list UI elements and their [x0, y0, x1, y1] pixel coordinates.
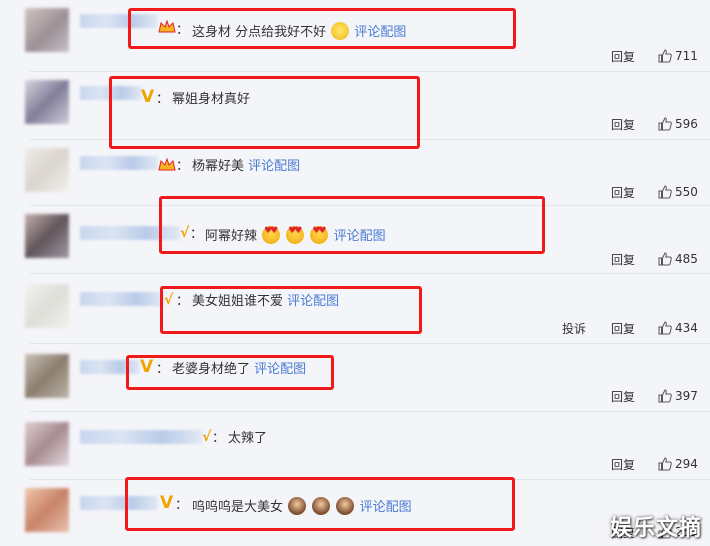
comment-image-link[interactable]: 评论配图	[354, 25, 406, 40]
like-count: 550	[675, 185, 698, 199]
thinking-emoji-icon	[331, 22, 350, 40]
comment-text-line: 这身材 分点给我好不好 评论配图	[192, 22, 406, 41]
vip-badge-icon: √	[202, 429, 212, 445]
avatar[interactable]	[25, 284, 69, 328]
like-button[interactable]: 596	[658, 117, 698, 131]
crown-badge-icon	[158, 19, 176, 33]
reply-button[interactable]: 回复	[611, 456, 635, 473]
comment-row: √ ： 太辣了 回复 294	[0, 412, 710, 480]
comment-text-line: 太辣了	[228, 430, 267, 447]
comment-text: 阿幂好辣	[205, 229, 258, 244]
thumbs-up-icon	[658, 457, 672, 471]
comment-text: 老婆身材绝了	[172, 362, 251, 377]
thumbs-up-icon	[658, 321, 672, 335]
comment-text-line: 美女姐姐谁不爱 评论配图	[192, 293, 339, 310]
avatar[interactable]	[25, 80, 69, 124]
comment-text-line: 阿幂好辣 评论配图	[205, 226, 386, 245]
like-button[interactable]: 711	[658, 49, 698, 63]
like-count: 711	[675, 49, 698, 63]
comment-text: 美女姐姐谁不爱	[192, 294, 284, 309]
avatar[interactable]	[25, 488, 69, 532]
avatar[interactable]	[25, 422, 69, 466]
avatar[interactable]	[25, 8, 69, 52]
like-button[interactable]: 550	[658, 185, 698, 199]
heart-eyes-emoji-icon	[286, 226, 305, 244]
username[interactable]	[80, 292, 164, 306]
monkey-emoji-icon	[336, 497, 355, 515]
comment-image-link[interactable]: 评论配图	[254, 362, 306, 377]
reply-button[interactable]: 回复	[611, 388, 635, 405]
username[interactable]	[80, 14, 158, 28]
watermark: 娱乐文摘	[609, 516, 702, 541]
reply-button[interactable]: 回复	[611, 251, 635, 268]
comment-colon: ：	[175, 498, 189, 513]
report-button[interactable]: 投诉	[562, 320, 586, 337]
comment-colon: ：	[176, 294, 190, 309]
comment-image-link[interactable]: 评论配图	[287, 294, 339, 309]
avatar[interactable]	[25, 214, 69, 258]
like-button[interactable]: 434	[658, 321, 698, 335]
comment-row: √ ： 美女姐姐谁不爱 评论配图 投诉 回复 434	[0, 274, 710, 344]
like-button[interactable]: 485	[658, 252, 698, 266]
thumbs-up-icon	[658, 252, 672, 266]
monkey-emoji-icon	[312, 497, 331, 515]
username[interactable]	[80, 430, 202, 444]
comment-text: 太辣了	[228, 431, 268, 446]
comment-image-link[interactable]: 评论配图	[248, 159, 300, 174]
vip-badge-icon: V	[140, 357, 154, 377]
comment-text: 呜呜呜是大美女	[192, 500, 284, 515]
comment-colon: ：	[156, 362, 170, 377]
comment-image-link[interactable]: 评论配图	[334, 229, 386, 244]
comment-text: 幂姐身材真好	[172, 92, 251, 107]
like-count: 596	[675, 117, 698, 131]
comment-text-line: 幂姐身材真好	[172, 91, 250, 108]
vip-badge-icon: √	[164, 292, 174, 308]
comment-colon: ：	[212, 431, 226, 446]
comment-row: V ： 呜呜呜是大美女 评论配图 回复 255	[0, 480, 710, 546]
thumbs-up-icon	[658, 389, 672, 403]
thumbs-up-icon	[658, 49, 672, 63]
comment-row: √ ： 阿幂好辣 评论配图 回复 485	[0, 206, 710, 274]
thumbs-up-icon	[658, 185, 672, 199]
reply-button[interactable]: 回复	[611, 320, 635, 337]
reply-button[interactable]: 回复	[611, 184, 635, 201]
vip-badge-icon: √	[180, 225, 190, 241]
comment-image-link[interactable]: 评论配图	[360, 500, 412, 515]
comment-row: ： 杨幂好美 评论配图 回复 550	[0, 140, 710, 206]
vip-badge-icon: V	[160, 493, 174, 513]
thumbs-up-icon	[658, 117, 672, 131]
comment-row: V ： 幂姐身材真好 回复 596	[0, 72, 710, 140]
username[interactable]	[80, 496, 158, 510]
vip-badge-icon: V	[141, 87, 155, 107]
heart-eyes-emoji-icon	[310, 226, 329, 244]
avatar[interactable]	[25, 354, 69, 398]
username[interactable]	[80, 226, 180, 240]
comment-text: 杨幂好美	[192, 159, 245, 174]
heart-eyes-emoji-icon	[262, 226, 281, 244]
avatar[interactable]	[25, 148, 69, 192]
comment-colon: ：	[156, 92, 170, 107]
username[interactable]	[80, 156, 158, 170]
username[interactable]	[80, 360, 140, 374]
comment-row: ： 这身材 分点给我好不好 评论配图 回复 711	[0, 0, 710, 72]
comment-text: 这身材 分点给我好不好	[192, 25, 327, 40]
comment-colon: ：	[176, 159, 190, 174]
like-button[interactable]: 397	[658, 389, 698, 403]
like-count: 397	[675, 389, 698, 403]
like-count: 485	[675, 252, 698, 266]
comment-text-line: 杨幂好美 评论配图	[192, 158, 300, 175]
comment-row: V ： 老婆身材绝了 评论配图 回复 397	[0, 344, 710, 412]
comment-colon: ：	[176, 23, 190, 38]
reply-button[interactable]: 回复	[611, 48, 635, 65]
comment-colon: ：	[190, 227, 204, 242]
comment-text-line: 呜呜呜是大美女 评论配图	[192, 497, 412, 516]
reply-button[interactable]: 回复	[611, 116, 635, 133]
comment-text-line: 老婆身材绝了 评论配图	[172, 361, 306, 378]
like-button[interactable]: 294	[658, 457, 698, 471]
username[interactable]	[80, 86, 142, 100]
crown-badge-icon	[158, 157, 176, 171]
like-count: 294	[675, 457, 698, 471]
like-count: 434	[675, 321, 698, 335]
monkey-emoji-icon	[288, 497, 307, 515]
